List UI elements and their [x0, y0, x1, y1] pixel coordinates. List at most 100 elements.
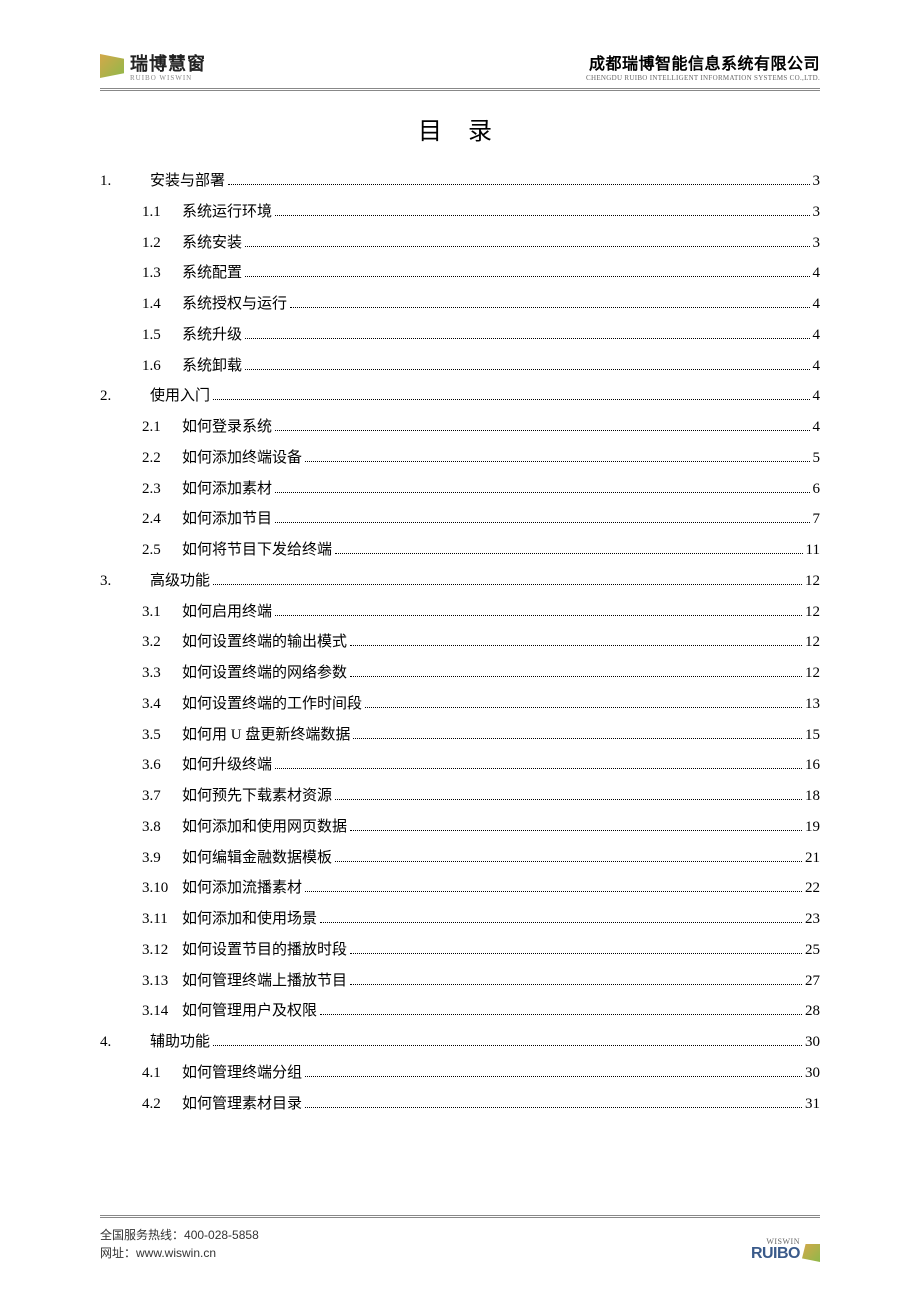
toc-page-number: 4	[813, 381, 821, 412]
toc-leader-dots	[350, 645, 802, 646]
toc-page-number: 3	[813, 228, 821, 259]
toc-entry[interactable]: 1.5系统升级4	[100, 320, 820, 351]
toc-leader-dots	[305, 1076, 802, 1077]
toc-number: 3.7	[142, 781, 182, 812]
toc-number: 3.4	[142, 689, 182, 720]
toc-page-number: 27	[805, 966, 820, 997]
toc-page-number: 16	[805, 750, 820, 781]
toc-entry[interactable]: 3.3如何设置终端的网络参数12	[100, 658, 820, 689]
page-footer: 全国服务热线：400-028-5858 网址：www.wiswin.cn WIS…	[100, 1215, 820, 1262]
toc-entry[interactable]: 3.5如何用 U 盘更新终端数据 15	[100, 720, 820, 751]
toc-number: 1.	[100, 166, 132, 197]
toc-number: 3.12	[142, 935, 182, 966]
toc-text: 系统授权与运行	[182, 289, 287, 320]
toc-text: 如何管理用户及权限	[182, 996, 317, 1027]
website-url: www.wiswin.cn	[136, 1246, 216, 1260]
toc-entry[interactable]: 3.6如何升级终端16	[100, 750, 820, 781]
toc-leader-dots	[245, 246, 809, 247]
toc-number: 3.14	[142, 996, 182, 1027]
toc-text: 系统配置	[182, 258, 242, 289]
toc-entry[interactable]: 2. 使用入门 4	[100, 381, 820, 412]
toc-leader-dots	[245, 369, 809, 370]
toc-page-number: 30	[805, 1058, 820, 1089]
toc-page-number: 6	[813, 474, 821, 505]
logo-text-cn: 瑞博慧窗	[130, 50, 206, 76]
toc-entry[interactable]: 4.1如何管理终端分组30	[100, 1058, 820, 1089]
toc-leader-dots	[335, 861, 802, 862]
toc-leader-dots	[290, 307, 809, 308]
toc-text: 系统卸载	[182, 351, 242, 382]
website-label: 网址：	[100, 1246, 136, 1260]
toc-entry[interactable]: 2.4如何添加节目7	[100, 504, 820, 535]
toc-entry[interactable]: 2.5如何将节目下发给终端11	[100, 535, 820, 566]
toc-number: 3.10	[142, 873, 182, 904]
toc-page-number: 4	[813, 320, 821, 351]
toc-page-number: 31	[805, 1089, 820, 1120]
toc-text: 如何添加流播素材	[182, 873, 302, 904]
toc-number: 3.	[100, 566, 132, 597]
toc-entry[interactable]: 3.11如何添加和使用场景23	[100, 904, 820, 935]
footer-divider	[100, 1215, 820, 1218]
toc-number: 3.2	[142, 627, 182, 658]
toc-text: 如何添加和使用网页数据	[182, 812, 347, 843]
toc-leader-dots	[305, 461, 809, 462]
toc-text: 如何添加节目	[182, 504, 272, 535]
toc-entry[interactable]: 1.6系统卸载4	[100, 351, 820, 382]
footer-contact: 全国服务热线：400-028-5858 网址：www.wiswin.cn	[100, 1226, 259, 1262]
toc-page-number: 12	[805, 566, 820, 597]
toc-entry[interactable]: 2.1如何登录系统4	[100, 412, 820, 443]
toc-text: 如何管理终端上播放节目	[182, 966, 347, 997]
toc-number: 3.8	[142, 812, 182, 843]
toc-text: 系统运行环境	[182, 197, 272, 228]
toc-text: 如何启用终端	[182, 597, 272, 628]
toc-entry[interactable]: 3.14如何管理用户及权限28	[100, 996, 820, 1027]
toc-entry[interactable]: 3.2如何设置终端的输出模式12	[100, 627, 820, 658]
toc-text: 如何管理终端分组	[182, 1058, 302, 1089]
toc-text: 如何添加素材	[182, 474, 272, 505]
toc-page-number: 25	[805, 935, 820, 966]
toc-text: 如何管理素材目录	[182, 1089, 302, 1120]
toc-text: 安装与部署	[150, 166, 225, 197]
toc-leader-dots	[335, 553, 803, 554]
toc-entry[interactable]: 1.4系统授权与运行4	[100, 289, 820, 320]
toc-entry[interactable]: 4.辅助功能30	[100, 1027, 820, 1058]
toc-number: 2.	[100, 381, 132, 412]
toc-number: 3.1	[142, 597, 182, 628]
hotline-number: 400-028-5858	[184, 1228, 259, 1242]
toc-entry[interactable]: 1.安装与部署3	[100, 166, 820, 197]
toc-number: 2.3	[142, 474, 182, 505]
toc-entry[interactable]: 2.3如何添加素材 6	[100, 474, 820, 505]
toc-entry[interactable]: 3.7如何预先下载素材资源18	[100, 781, 820, 812]
toc-number: 4.	[100, 1027, 132, 1058]
toc-entry[interactable]: 3.10如何添加流播素材22	[100, 873, 820, 904]
toc-entry[interactable]: 1.2系统安装3	[100, 228, 820, 259]
toc-entry[interactable]: 3.12如何设置节目的播放时段25	[100, 935, 820, 966]
toc-entry[interactable]: 1.1系统运行环境3	[100, 197, 820, 228]
toc-text: 如何用 U 盘更新终端数据	[182, 720, 350, 751]
footer-logo-mark-icon	[802, 1244, 820, 1262]
footer-logo: WISWIN RUIBO	[751, 1238, 820, 1262]
toc-leader-dots	[350, 676, 802, 677]
toc-leader-dots	[305, 891, 802, 892]
toc-entry[interactable]: 3.9如何编辑金融数据模板21	[100, 843, 820, 874]
toc-entry[interactable]: 3.高级功能12	[100, 566, 820, 597]
toc-entry[interactable]: 3.8如何添加和使用网页数据19	[100, 812, 820, 843]
toc-page-number: 4	[813, 412, 821, 443]
toc-entry[interactable]: 2.2如何添加终端设备5	[100, 443, 820, 474]
toc-page-number: 4	[813, 351, 821, 382]
toc-entry[interactable]: 4.2如何管理素材目录31	[100, 1089, 820, 1120]
toc-page-number: 15	[805, 720, 820, 751]
toc-number: 3.6	[142, 750, 182, 781]
toc-leader-dots	[275, 430, 809, 431]
toc-entry[interactable]: 3.1如何启用终端12	[100, 597, 820, 628]
toc-text: 使用入门	[150, 381, 210, 412]
toc-leader-dots	[335, 799, 802, 800]
toc-entry[interactable]: 3.13如何管理终端上播放节目27	[100, 966, 820, 997]
toc-entry[interactable]: 1.3系统配置4	[100, 258, 820, 289]
toc-page-number: 5	[813, 443, 821, 474]
toc-leader-dots	[245, 338, 809, 339]
toc-entry[interactable]: 3.4如何设置终端的工作时间段13	[100, 689, 820, 720]
page-header: 瑞博慧窗 RUIBO WISWIN 成都瑞博智能信息系统有限公司 CHENGDU…	[100, 50, 820, 91]
toc-page-number: 23	[805, 904, 820, 935]
toc-number: 3.5	[142, 720, 182, 751]
